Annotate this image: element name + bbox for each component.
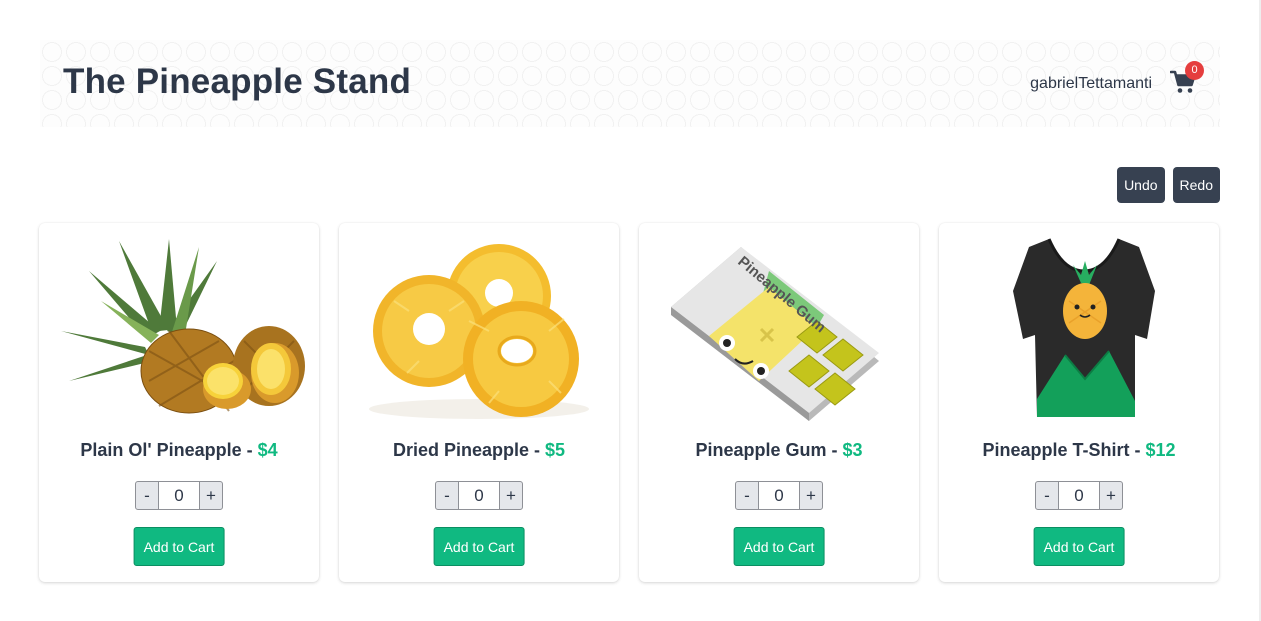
product-price: $3 bbox=[842, 440, 863, 460]
decrement-button[interactable]: - bbox=[1035, 481, 1059, 510]
increment-button[interactable]: + bbox=[1099, 481, 1123, 510]
name-price-separator: - bbox=[826, 440, 843, 460]
dried-pineapple-image bbox=[349, 231, 609, 427]
product-price: $4 bbox=[257, 440, 278, 460]
product-card: Pineapple T-Shirt - $12 - + Add to Cart bbox=[939, 223, 1219, 582]
page-header: The Pineapple Stand gabrielTettamanti 0 bbox=[40, 40, 1220, 127]
pineapple-t-shirt-image bbox=[949, 231, 1209, 427]
product-card: Plain Ol' Pineapple - $4 - + Add to Cart bbox=[39, 223, 319, 582]
product-name: Pineapple Gum - $3 bbox=[639, 440, 919, 461]
name-price-separator: - bbox=[529, 440, 545, 460]
decrement-button[interactable]: - bbox=[135, 481, 159, 510]
decrement-button[interactable]: - bbox=[435, 481, 459, 510]
quantity-stepper: - + bbox=[939, 481, 1219, 510]
add-to-cart-button[interactable]: Add to Cart bbox=[433, 527, 525, 566]
name-price-separator: - bbox=[241, 440, 258, 460]
quantity-input[interactable] bbox=[759, 481, 799, 510]
increment-button[interactable]: + bbox=[799, 481, 823, 510]
username: gabrielTettamanti bbox=[1030, 75, 1152, 92]
product-title: Plain Ol' Pineapple bbox=[80, 440, 242, 460]
product-name: Pineapple T-Shirt - $12 bbox=[939, 440, 1219, 461]
quantity-input[interactable] bbox=[1059, 481, 1099, 510]
product-price: $12 bbox=[1145, 440, 1176, 460]
add-to-cart-button[interactable]: Add to Cart bbox=[1033, 527, 1125, 566]
product-title: Pineapple Gum bbox=[695, 440, 827, 460]
quantity-input[interactable] bbox=[159, 481, 199, 510]
product-card: Pineapple Gum Pineapple Gum - $3 - + Add… bbox=[639, 223, 919, 582]
quantity-stepper: - + bbox=[639, 481, 919, 510]
name-price-separator: - bbox=[1129, 440, 1146, 460]
cart-button[interactable]: 0 bbox=[1170, 61, 1204, 96]
product-title: Dried Pineapple bbox=[392, 440, 529, 460]
pineapple-gum-image: Pineapple Gum bbox=[649, 231, 909, 427]
product-name: Plain Ol' Pineapple - $4 bbox=[39, 440, 319, 461]
add-to-cart-button[interactable]: Add to Cart bbox=[733, 527, 825, 566]
product-price: $5 bbox=[545, 440, 566, 460]
page-title: The Pineapple Stand bbox=[63, 62, 412, 101]
redo-button[interactable]: Redo bbox=[1172, 167, 1220, 203]
product-name: Dried Pineapple - $5 bbox=[339, 440, 619, 461]
decrement-button[interactable]: - bbox=[735, 481, 759, 510]
quantity-stepper: - + bbox=[339, 481, 619, 510]
quantity-input[interactable] bbox=[459, 481, 499, 510]
increment-button[interactable]: + bbox=[199, 481, 223, 510]
increment-button[interactable]: + bbox=[499, 481, 523, 510]
quantity-stepper: - + bbox=[39, 481, 319, 510]
add-to-cart-button[interactable]: Add to Cart bbox=[133, 527, 225, 566]
pineapple-image bbox=[49, 231, 309, 427]
history-controls: Undo Redo bbox=[1117, 167, 1220, 203]
product-title: Pineapple T-Shirt bbox=[982, 440, 1130, 460]
product-card: Dried Pineapple - $5 - + Add to Cart bbox=[339, 223, 619, 582]
cart-count-badge: 0 bbox=[1185, 61, 1204, 80]
undo-button[interactable]: Undo bbox=[1117, 167, 1165, 203]
product-grid: Plain Ol' Pineapple - $4 - + Add to Cart bbox=[39, 223, 1219, 582]
